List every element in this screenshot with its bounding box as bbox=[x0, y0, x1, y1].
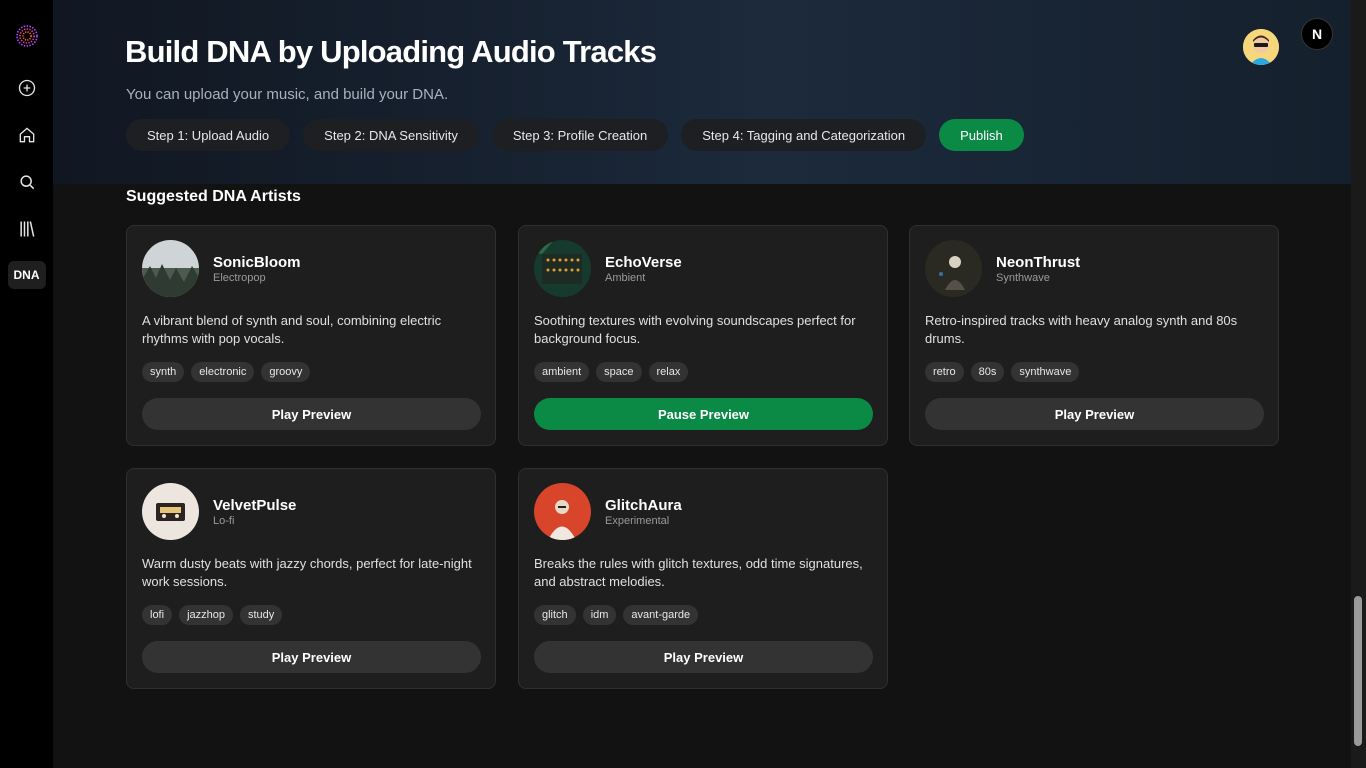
tag: ambient bbox=[534, 362, 590, 382]
tag-list: retro 80s synthwave bbox=[925, 362, 1080, 382]
tag-list: ambient space relax bbox=[534, 362, 689, 382]
hero-header: Build DNA by Uploading Audio Tracks You … bbox=[53, 0, 1351, 184]
library-button[interactable] bbox=[9, 211, 45, 247]
tag: space bbox=[596, 362, 642, 382]
artist-genre: Electropop bbox=[213, 272, 266, 284]
tag: groovy bbox=[261, 362, 311, 382]
play-preview-button[interactable]: Play Preview bbox=[142, 641, 481, 673]
add-button[interactable] bbox=[9, 70, 45, 106]
tag: synthwave bbox=[1011, 362, 1080, 382]
artist-description: Warm dusty beats with jazzy chords, perf… bbox=[142, 556, 472, 589]
n-button[interactable]: N bbox=[1301, 18, 1333, 50]
artist-card-glitchaura: GlitchAura Experimental Breaks the rules… bbox=[518, 468, 888, 689]
artist-avatar bbox=[534, 240, 591, 297]
tag-list: glitch idm avant-garde bbox=[534, 605, 699, 625]
step-profile-creation[interactable]: Step 3: Profile Creation bbox=[491, 119, 669, 151]
artist-description: Soothing textures with evolving soundsca… bbox=[534, 313, 856, 346]
artist-genre: Ambient bbox=[605, 272, 646, 284]
artist-card-echoverse: EchoVerse Ambient Soothing textures with… bbox=[518, 225, 888, 446]
tag: glitch bbox=[534, 605, 576, 625]
artist-card-velvetpulse: VelvetPulse Lo-fi Warm dusty beats with … bbox=[126, 468, 496, 689]
tag-list: lofi jazzhop study bbox=[142, 605, 283, 625]
scrollbar-thumb[interactable] bbox=[1354, 596, 1362, 746]
tag: jazzhop bbox=[179, 605, 233, 625]
artist-card-sonicbloom: SonicBloom Electropop A vibrant blend of… bbox=[126, 225, 496, 446]
pause-preview-button[interactable]: Pause Preview bbox=[534, 398, 873, 430]
dna-nav-item[interactable]: DNA bbox=[7, 261, 46, 289]
publish-button[interactable]: Publish bbox=[939, 119, 1024, 151]
step-upload-audio[interactable]: Step 1: Upload Audio bbox=[126, 119, 291, 151]
page-subtitle: You can upload your music, and build you… bbox=[126, 86, 449, 103]
artist-avatar bbox=[925, 240, 982, 297]
step-dna-sensitivity[interactable]: Step 2: DNA Sensitivity bbox=[303, 119, 479, 151]
play-preview-button[interactable]: Play Preview bbox=[142, 398, 481, 430]
artist-genre: Synthwave bbox=[996, 272, 1050, 284]
play-preview-button[interactable]: Play Preview bbox=[534, 641, 873, 673]
tag: study bbox=[239, 605, 283, 625]
tag: synth bbox=[142, 362, 185, 382]
artist-avatar bbox=[142, 483, 199, 540]
artist-genre: Experimental bbox=[605, 515, 670, 527]
page-title: Build DNA by Uploading Audio Tracks bbox=[125, 34, 657, 69]
library-icon bbox=[19, 221, 34, 237]
step-tagging[interactable]: Step 4: Tagging and Categorization bbox=[681, 119, 927, 151]
tag: idm bbox=[582, 605, 617, 625]
section-title: Suggested DNA Artists bbox=[126, 188, 301, 205]
add-icon bbox=[18, 79, 35, 97]
artist-genre: Lo-fi bbox=[213, 515, 235, 527]
tag-list: synth electronic groovy bbox=[142, 362, 311, 382]
step-tabs: Step 1: Upload Audio Step 2: DNA Sensiti… bbox=[126, 119, 1024, 151]
sidebar: DNA bbox=[0, 0, 53, 768]
artist-avatar bbox=[142, 240, 199, 297]
tag: lofi bbox=[142, 605, 173, 625]
artist-card-neonthrust: NeonThrust Synthwave Retro-inspired trac… bbox=[909, 225, 1279, 446]
artist-name: VelvetPulse bbox=[213, 497, 297, 514]
artist-description: Breaks the rules with glitch textures, o… bbox=[534, 556, 863, 589]
tag: relax bbox=[648, 362, 689, 382]
tag: electronic bbox=[191, 362, 255, 382]
artist-description: A vibrant blend of synth and soul, combi… bbox=[142, 313, 442, 346]
artist-description: Retro-inspired tracks with heavy analog … bbox=[925, 313, 1238, 346]
search-button[interactable] bbox=[9, 164, 45, 200]
logo-icon[interactable] bbox=[15, 24, 39, 48]
user-avatar[interactable] bbox=[1243, 29, 1279, 65]
artist-name: EchoVerse bbox=[605, 254, 682, 271]
main-content: Build DNA by Uploading Audio Tracks You … bbox=[53, 0, 1351, 768]
home-button[interactable] bbox=[9, 117, 45, 153]
tag: avant-garde bbox=[623, 605, 699, 625]
artist-avatar bbox=[534, 483, 591, 540]
home-icon bbox=[19, 127, 34, 143]
tag: retro bbox=[925, 362, 964, 382]
artist-name: NeonThrust bbox=[996, 254, 1081, 271]
vertical-scrollbar[interactable] bbox=[1351, 0, 1366, 768]
tag: 80s bbox=[970, 362, 1005, 382]
search-icon bbox=[19, 175, 34, 190]
artist-name: GlitchAura bbox=[605, 497, 682, 514]
play-preview-button[interactable]: Play Preview bbox=[925, 398, 1264, 430]
artist-name: SonicBloom bbox=[213, 254, 301, 271]
